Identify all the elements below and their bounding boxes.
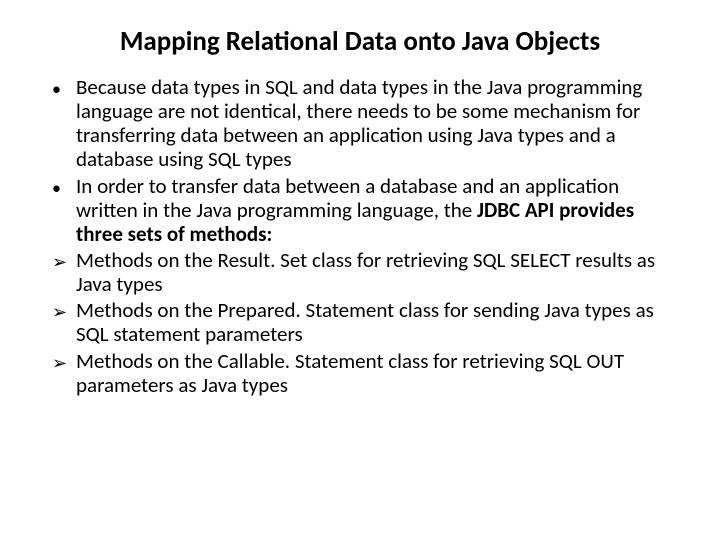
slide-title: Mapping Relational Data onto Java Object… — [48, 26, 672, 57]
list-item: Methods on the Prepared. Statement class… — [48, 298, 672, 346]
list-item-text: In order to transfer data between a data… — [76, 173, 634, 247]
list-item: Methods on the Callable. Statement class… — [48, 349, 672, 397]
bullet-dot-icon — [52, 75, 72, 99]
list-item: In order to transfer data between a data… — [48, 174, 672, 246]
list-item-text: Methods on the Result. Set class for ret… — [76, 247, 655, 297]
list-item: Because data types in SQL and data types… — [48, 75, 672, 172]
list-item-text: Methods on the Callable. Statement class… — [76, 348, 624, 398]
list-item: Methods on the Result. Set class for ret… — [48, 248, 672, 296]
arrow-icon — [52, 349, 72, 373]
slide: Mapping Relational Data onto Java Object… — [0, 0, 720, 419]
bullet-dot-icon — [52, 174, 72, 198]
list-item-text: Because data types in SQL and data types… — [76, 74, 642, 172]
arrow-icon — [52, 248, 72, 272]
list-item-text: Methods on the Prepared. Statement class… — [76, 297, 654, 347]
bullet-list: Because data types in SQL and data types… — [48, 75, 672, 397]
arrow-icon — [52, 298, 72, 322]
